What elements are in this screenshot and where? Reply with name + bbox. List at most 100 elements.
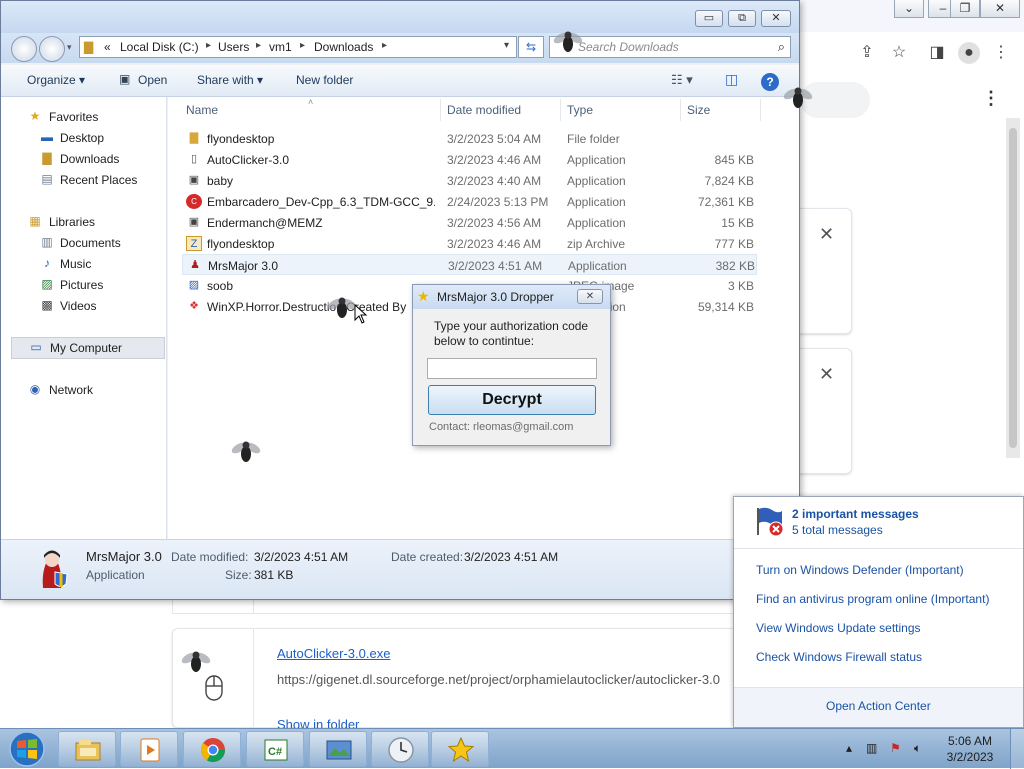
search-icon[interactable]: ⌕ xyxy=(778,39,785,55)
organize-button[interactable]: Organize ▾ xyxy=(27,73,85,87)
chevron-down-icon[interactable]: ⌄ xyxy=(894,0,924,18)
column-name[interactable]: Name xyxy=(186,103,218,117)
firewall-status-link[interactable]: Check Windows Firewall status xyxy=(756,650,922,664)
file-row-embarcadero[interactable]: C Embarcadero_Dev-Cpp_6.3_TDM-GCC_9.... … xyxy=(182,191,757,212)
side-panel-icon[interactable]: ◨ xyxy=(926,42,948,64)
fly-icon xyxy=(553,31,583,52)
close-button[interactable]: ✕ xyxy=(761,10,791,27)
downloads-more-icon[interactable]: ⋮ xyxy=(982,88,1000,109)
view-options-icon[interactable]: ☷ ▾ xyxy=(671,72,693,88)
nav-videos[interactable]: ▩ Videos xyxy=(1,296,165,316)
show-hidden-icons-icon[interactable]: ▴ xyxy=(846,741,852,755)
chevron-right-icon[interactable]: ▸ xyxy=(206,40,211,51)
back-button[interactable] xyxy=(11,36,37,62)
recent-pages-icon[interactable]: ▾ xyxy=(67,42,72,53)
share-with-button[interactable]: Share with ▾ xyxy=(197,73,263,87)
chevron-right-icon[interactable]: ▸ xyxy=(382,40,387,51)
taskbar-explorer-button[interactable] xyxy=(58,731,116,767)
nav-network[interactable]: ◉ Network xyxy=(1,380,165,400)
download-filename-link[interactable]: AutoClicker-3.0.exe xyxy=(277,646,390,661)
minimize-button[interactable]: ▭ xyxy=(695,10,723,27)
new-folder-button[interactable]: New folder xyxy=(296,73,353,87)
column-type[interactable]: Type xyxy=(567,103,593,117)
nav-my-computer[interactable]: ▭ My Computer xyxy=(11,337,165,359)
find-antivirus-link[interactable]: Find an antivirus program online (Import… xyxy=(756,592,989,606)
column-size[interactable]: Size xyxy=(687,103,710,117)
search-input[interactable]: Search Downloads ⌕ xyxy=(549,36,791,58)
open-action-center-link[interactable]: Open Action Center xyxy=(826,699,931,713)
authorization-code-input[interactable] xyxy=(427,358,597,379)
nav-music[interactable]: ♪ Music xyxy=(1,254,165,274)
remove-download-icon[interactable]: ✕ xyxy=(819,364,834,385)
nav-recent-places[interactable]: ▤ Recent Places xyxy=(1,170,165,190)
chevron-right-icon[interactable]: ▸ xyxy=(300,40,305,51)
star-app-icon xyxy=(447,736,475,763)
address-prefix[interactable]: « xyxy=(104,40,111,54)
network-icon: ◉ xyxy=(29,382,41,396)
total-messages-link[interactable]: 5 total messages xyxy=(792,523,883,537)
nav-downloads[interactable]: ▇ Downloads xyxy=(1,149,165,169)
taskbar-clock-app-button[interactable] xyxy=(371,731,429,767)
network-tray-icon[interactable]: ▥ xyxy=(866,741,877,755)
restore-button[interactable]: ⧉ xyxy=(728,10,756,27)
taskbar-csharp-button[interactable]: C# xyxy=(246,731,304,767)
file-row-baby[interactable]: ▣ baby 3/2/2023 4:40 AM Application 7,82… xyxy=(182,170,757,191)
crumb-vm1[interactable]: vm1 xyxy=(269,40,292,54)
open-button[interactable]: Open xyxy=(138,73,167,87)
dropper-titlebar[interactable]: ★ MrsMajor 3.0 Dropper ✕ xyxy=(413,285,610,309)
taskbar-clock[interactable]: 5:06 AM 3/2/2023 xyxy=(940,733,1000,765)
crumb-local-disk[interactable]: Local Disk (C:) xyxy=(120,40,199,54)
taskbar-photo-viewer-button[interactable] xyxy=(309,731,367,767)
chrome-restore-button[interactable]: ❐ xyxy=(950,0,980,18)
nav-favorites[interactable]: ★ Favorites xyxy=(1,107,165,127)
address-dropdown-icon[interactable]: ▾ xyxy=(504,40,509,51)
windows-update-link[interactable]: View Windows Update settings xyxy=(756,621,921,635)
nav-libraries[interactable]: ▦ Libraries xyxy=(1,212,165,232)
taskbar-star-app-button[interactable] xyxy=(431,731,489,767)
file-row-memz[interactable]: ▣ Endermanch@MEMZ 3/2/2023 4:56 AM Appli… xyxy=(182,212,757,233)
show-desktop-button[interactable] xyxy=(1010,729,1024,769)
dropper-close-button[interactable]: ✕ xyxy=(577,289,603,304)
details-pane: MrsMajor 3.0 Application Date modified: … xyxy=(1,539,799,599)
taskbar-media-player-button[interactable] xyxy=(120,731,178,767)
file-row-flyondesktop-folder[interactable]: ▇ flyondesktop 3/2/2023 5:04 AM File fol… xyxy=(182,128,757,149)
file-row-autoclicker[interactable]: ▯ AutoClicker-3.0 3/2/2023 4:46 AM Appli… xyxy=(182,149,757,170)
nav-documents[interactable]: ▥ Documents xyxy=(1,233,165,253)
chrome-close-button[interactable]: ✕ xyxy=(980,0,1020,18)
refresh-icon[interactable]: ⇆ xyxy=(518,36,544,58)
start-button[interactable] xyxy=(2,730,52,768)
crumb-downloads[interactable]: Downloads xyxy=(314,40,373,54)
file-size: 15 KB xyxy=(721,216,754,230)
profile-avatar-icon[interactable]: ● xyxy=(958,42,980,64)
scrollbar-thumb[interactable] xyxy=(1009,128,1017,448)
clock-app-icon xyxy=(388,737,414,763)
share-icon[interactable]: ⇪ xyxy=(856,42,878,64)
remove-download-icon[interactable]: ✕ xyxy=(819,224,834,245)
nav-label: Recent Places xyxy=(60,173,138,187)
taskbar-chrome-button[interactable] xyxy=(183,731,241,767)
photo-viewer-icon xyxy=(326,740,352,760)
help-icon[interactable]: ? xyxy=(761,73,779,91)
nav-desktop[interactable]: ▬ Desktop xyxy=(1,128,165,148)
address-bar[interactable]: ▇ « Local Disk (C:) ▸ Users ▸ vm1 ▸ Down… xyxy=(79,36,517,58)
devcpp-icon: C xyxy=(186,194,202,209)
nav-pictures[interactable]: ▨ Pictures xyxy=(1,275,165,295)
chevron-right-icon[interactable]: ▸ xyxy=(256,40,261,51)
decrypt-button[interactable]: Decrypt xyxy=(428,385,596,415)
file-row-mrsmajor[interactable]: ♟ MrsMajor 3.0 3/2/2023 4:51 AM Applicat… xyxy=(182,254,757,275)
chrome-menu-icon[interactable]: ⋮ xyxy=(990,42,1012,64)
chrome-scrollbar[interactable] xyxy=(1006,118,1020,458)
bookmark-star-icon[interactable]: ☆ xyxy=(888,42,910,64)
action-center-tray-icon[interactable]: ⚑ xyxy=(890,741,901,755)
file-row-flyondesktop-zip[interactable]: Z flyondesktop 3/2/2023 4:46 AM zip Arch… xyxy=(182,233,757,254)
crumb-users[interactable]: Users xyxy=(218,40,249,54)
dropper-message: Type your authorization code below to co… xyxy=(434,319,589,348)
explorer-titlebar[interactable]: ▭ ⧉ ✕ xyxy=(1,1,799,33)
volume-icon[interactable]: 🔈︎ xyxy=(914,741,921,756)
forward-button[interactable] xyxy=(39,36,65,62)
column-date-modified[interactable]: Date modified xyxy=(447,103,521,117)
open-icon[interactable]: ▣ xyxy=(119,72,130,86)
preview-pane-icon[interactable]: ◫ xyxy=(725,71,738,88)
turn-on-defender-link[interactable]: Turn on Windows Defender (Important) xyxy=(756,563,964,577)
important-messages-link[interactable]: 2 important messages xyxy=(792,507,919,521)
